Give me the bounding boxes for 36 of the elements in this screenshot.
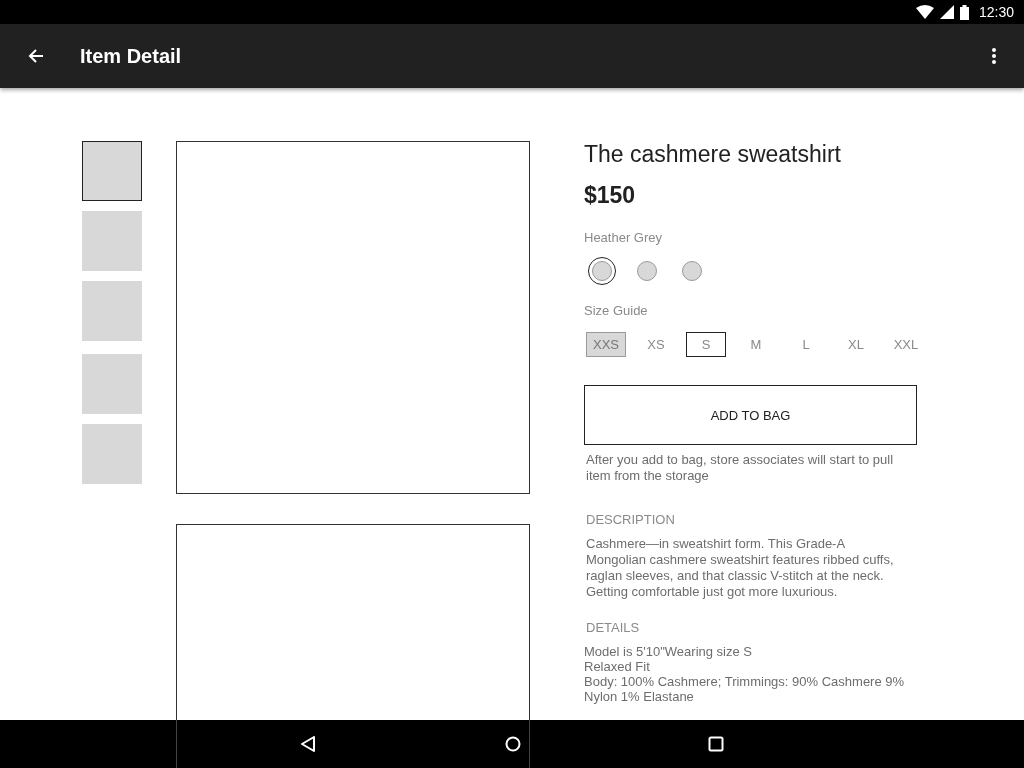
section-heading: DESCRIPTION — [586, 512, 675, 527]
square-icon — [708, 736, 724, 752]
detail-line: Relaxed Fit — [584, 659, 651, 674]
recents-button[interactable] — [706, 734, 726, 754]
size-option[interactable]: S — [686, 332, 726, 357]
size-option[interactable]: XXL — [886, 332, 926, 357]
description-text: Cashmere—in sweatshirt form. This Grade-A Mongolian cashmere sweatshirt features ribbed cuffs, raglan sleeves, and that classic V-stitch at the neck. Getting comfortable just got more luxurious. — [586, 536, 895, 600]
wifi-icon — [915, 5, 934, 19]
color-label: Heather Grey — [584, 230, 663, 245]
battery-icon — [959, 4, 969, 20]
thumbnail[interactable] — [82, 211, 142, 271]
add-to-bag-button[interactable]: ADD TO BAG — [584, 385, 917, 445]
back-button[interactable] — [298, 734, 318, 754]
product-price: $150 — [584, 182, 636, 209]
arrow-icon — [28, 48, 44, 64]
detail-line: Model is 5'10"Wearing size S — [584, 644, 753, 659]
section-heading: DETAILS — [586, 620, 640, 635]
signal-icon — [939, 5, 954, 19]
thumbnail[interactable] — [82, 281, 142, 341]
size-option[interactable]: XS — [636, 332, 676, 357]
size-option[interactable]: XL — [836, 332, 876, 357]
circle-icon — [505, 736, 521, 752]
note-text: After you add to bag, store associates will start to pull item from the storage — [586, 452, 895, 484]
product-title: The cashmere sweatshirt — [584, 141, 841, 167]
size-option[interactable]: M — [736, 332, 776, 357]
thumbnail[interactable] — [82, 141, 142, 201]
triangle-icon — [300, 736, 316, 752]
detail-line: Body: 100% Cashmere; Trimmings: 90% Cashmere 9% Nylon 1% Elastane — [584, 674, 906, 704]
thumbnail[interactable] — [82, 424, 142, 484]
screen-title: Item Detail — [80, 44, 183, 68]
size-guide-label: Size Guide — [584, 303, 648, 318]
more-icon — [992, 48, 996, 64]
status-time: 12:30 — [978, 4, 1014, 20]
home-button[interactable] — [503, 734, 523, 754]
size-option[interactable]: L — [786, 332, 826, 357]
thumbnail[interactable] — [82, 354, 142, 414]
